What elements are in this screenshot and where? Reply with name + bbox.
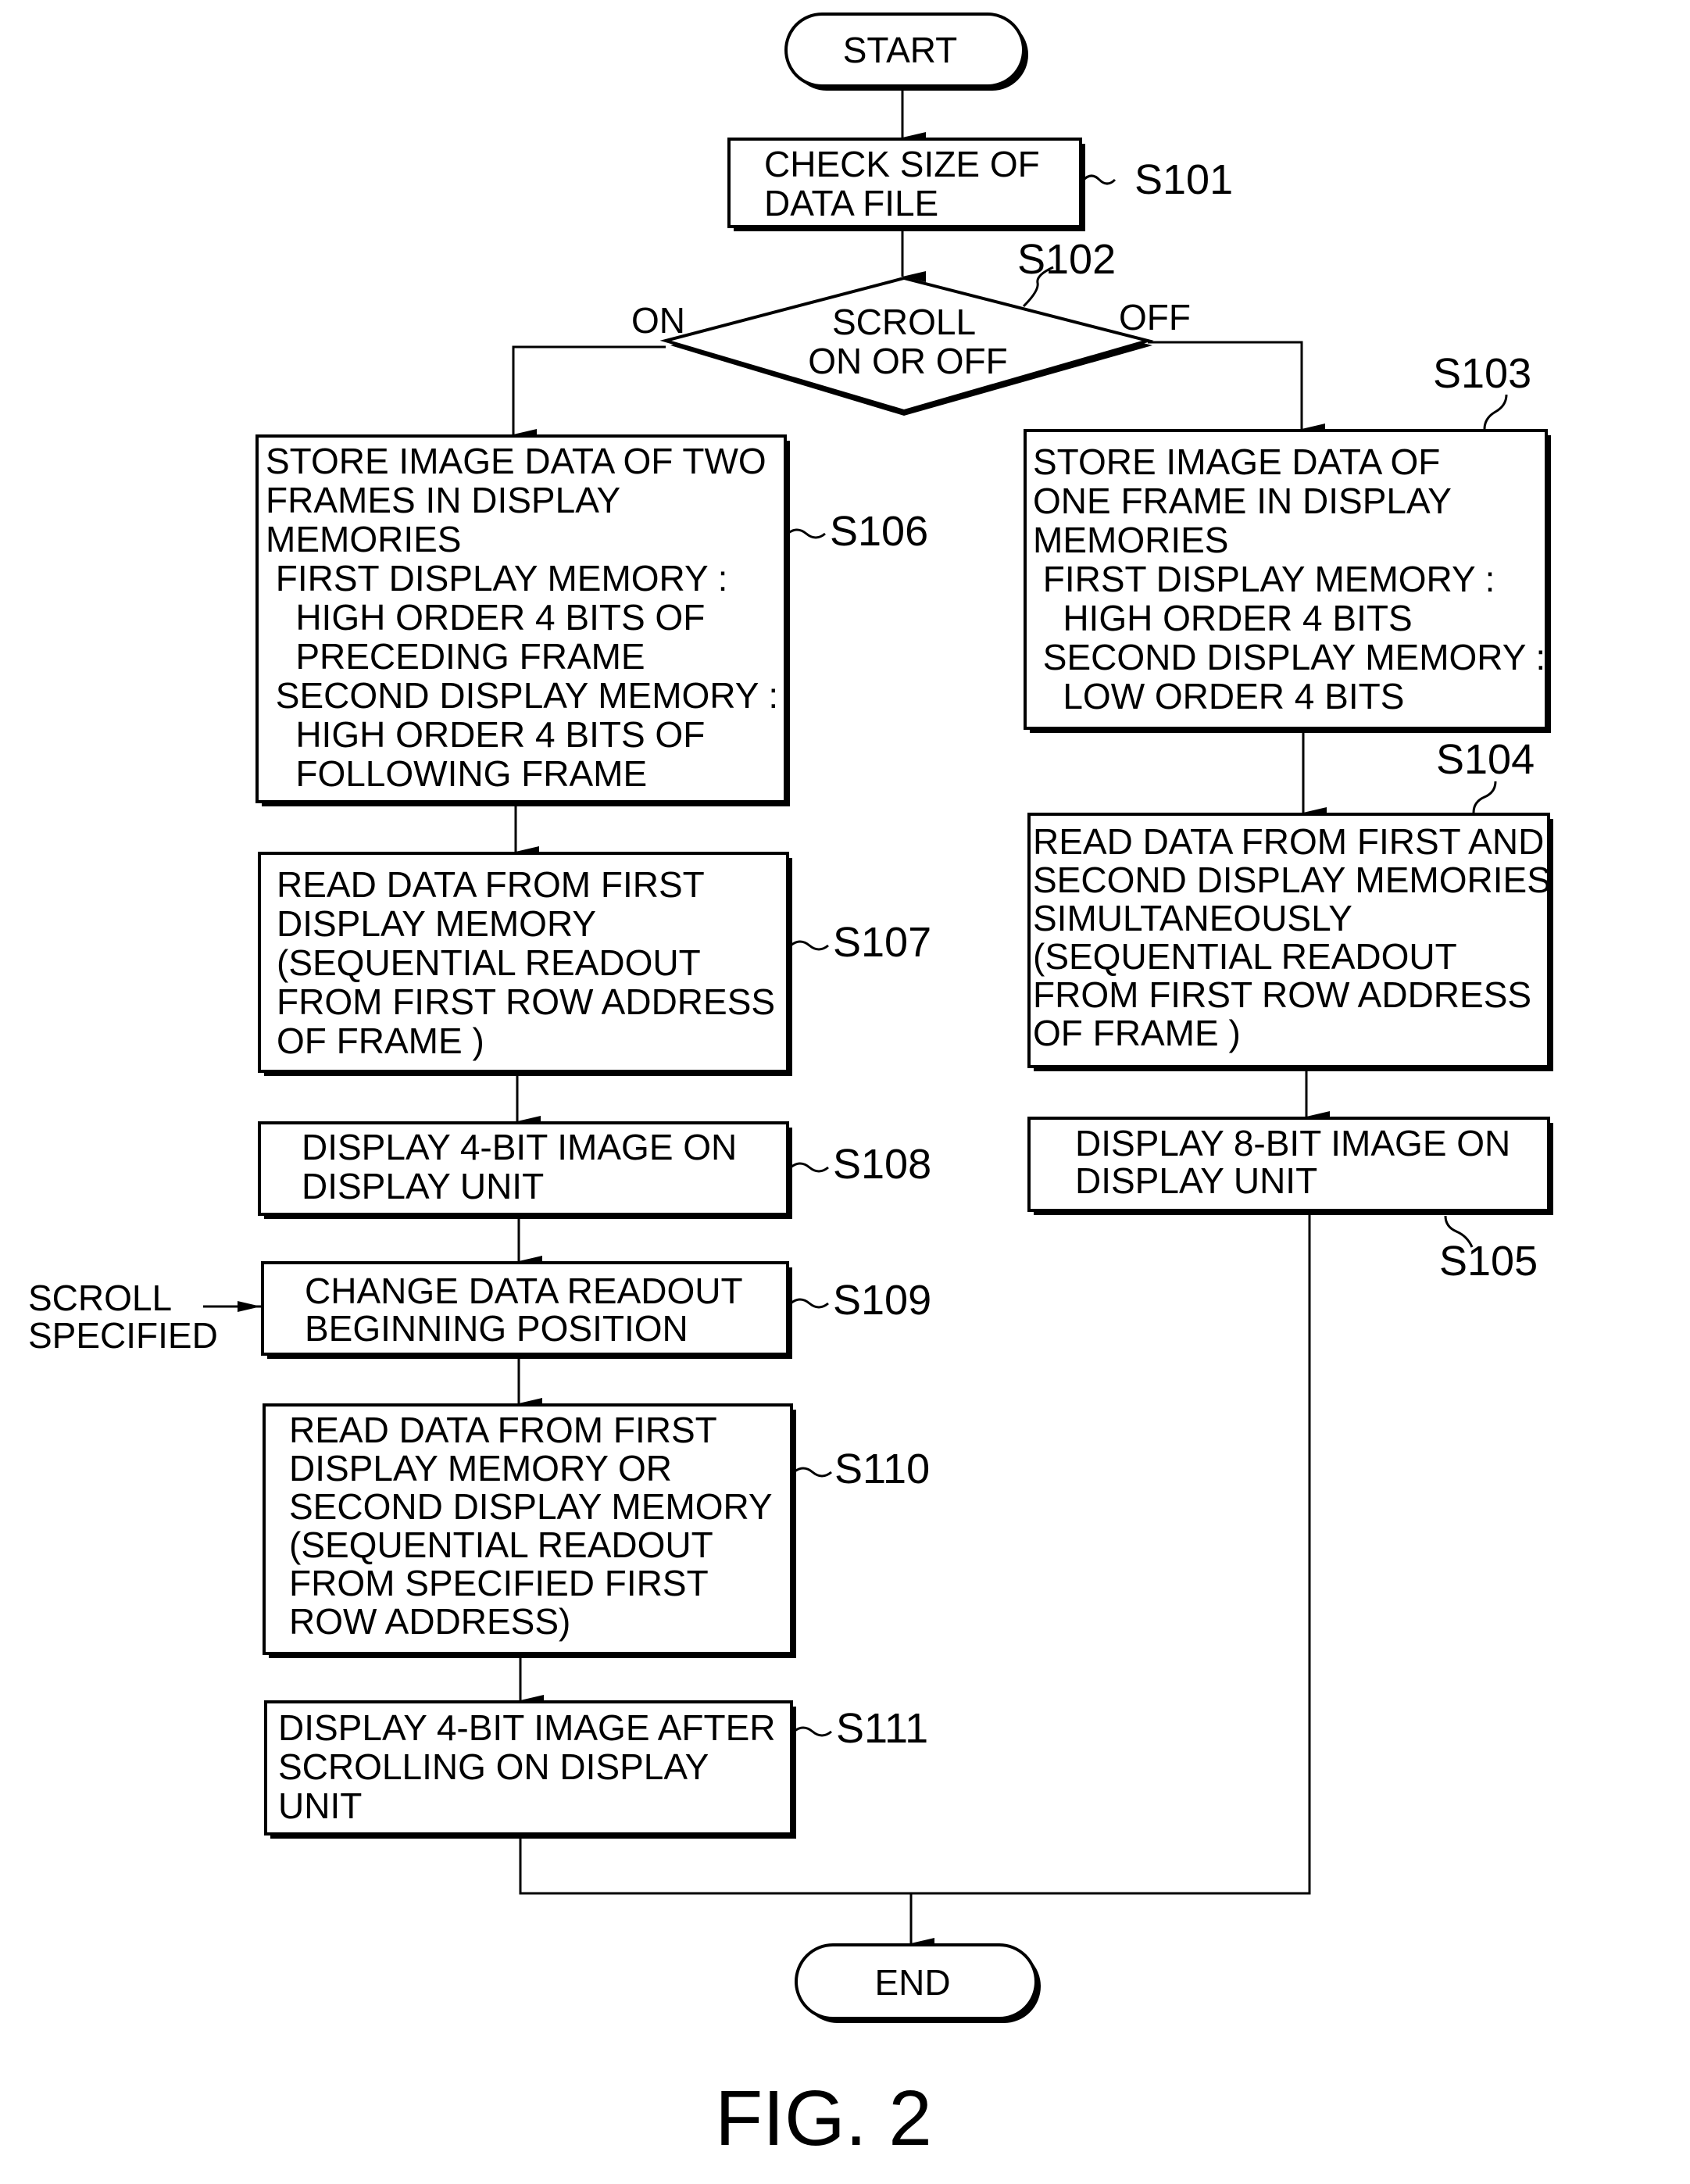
end-label: END	[874, 1962, 950, 2003]
step-s107-text-line-1: READ DATA FROM FIRST	[277, 864, 705, 905]
step-s104-text-line-3: SIMULTANEOUSLY	[1033, 898, 1352, 938]
step-s104: READ DATA FROM FIRST AND SECOND DISPLAY M…	[1027, 736, 1553, 1071]
step-id-s110: S110	[834, 1446, 930, 1492]
scroll-specified-label-line-2: SPECIFIED	[28, 1315, 218, 1356]
off-label: OFF	[1119, 297, 1191, 338]
step-s106-text-line-5: HIGH ORDER 4 BITS OF	[266, 597, 705, 638]
step-s105-text-line-1: DISPLAY 8-BIT IMAGE ON	[1075, 1123, 1510, 1163]
step-s111-text-line-1: DISPLAY 4-BIT IMAGE AFTER	[278, 1707, 776, 1748]
arrow-on-branch	[512, 345, 666, 440]
step-s103-text-line-4: FIRST DISPLAY MEMORY :	[1033, 559, 1495, 599]
step-id-s107: S107	[833, 919, 931, 966]
step-id-s103: S103	[1433, 350, 1531, 397]
step-s104-text-line-1: READ DATA FROM FIRST AND	[1033, 821, 1544, 862]
step-s106-text-line-6: PRECEDING FRAME	[266, 636, 645, 677]
step-s106-text-line-3: MEMORIES	[266, 519, 461, 559]
step-s104-text-line-5: FROM FIRST ROW ADDRESS	[1033, 974, 1531, 1015]
step-s106-text-line-8: HIGH ORDER 4 BITS OF	[266, 714, 705, 755]
decision-s102: SCROLL ON OR OFF S102 ON OFF	[631, 236, 1191, 416]
step-s103-text-line-5: HIGH ORDER 4 BITS	[1033, 598, 1413, 638]
step-s110-text-line-4: (SEQUENTIAL READOUT	[289, 1525, 713, 1565]
scroll-specified-label: SCROLL SPECIFIED	[28, 1278, 218, 1356]
step-s104-text-line-2: SECOND DISPLAY MEMORIES	[1033, 860, 1551, 900]
step-id-s104: S104	[1436, 736, 1535, 783]
step-s109-text: CHANGE DATA READOUT BEGINNING POSITION	[305, 1271, 743, 1349]
leader-s108	[790, 1162, 829, 1173]
leader-s104	[1472, 781, 1497, 813]
step-s110-text-line-2: DISPLAY MEMORY OR	[289, 1448, 672, 1489]
step-s109-text-line-2: BEGINNING POSITION	[305, 1308, 688, 1349]
step-s106-text-line-7: SECOND DISPLAY MEMORY :	[266, 675, 778, 716]
end-terminator: END	[795, 1943, 1041, 2023]
leader-s103	[1483, 394, 1508, 430]
decision-s102-line-2: ON OR OFF	[808, 341, 1008, 381]
step-id-s108: S108	[833, 1141, 931, 1188]
leader-s111	[793, 1726, 832, 1737]
scroll-specified-label-line-1: SCROLL	[28, 1278, 172, 1318]
step-s103-text-line-2: ONE FRAME IN DISPLAY	[1033, 481, 1452, 521]
leader-s106	[787, 528, 826, 539]
step-s105-text-line-2: DISPLAY UNIT	[1075, 1160, 1317, 1201]
leader-s109	[790, 1298, 829, 1309]
step-s111-text-line-2: SCROLLING ON DISPLAY	[278, 1746, 709, 1787]
step-s106: STORE IMAGE DATA OF TWO FRAMES IN DISPLAY…	[255, 434, 928, 806]
on-label: ON	[631, 300, 685, 341]
figure-caption: FIG. 2	[715, 2075, 932, 2162]
step-s110-text-line-3: SECOND DISPLAY MEMORY	[289, 1486, 773, 1527]
step-s103-text-line-6: SECOND DISPLAY MEMORY :	[1033, 637, 1545, 677]
leader-s110	[793, 1467, 832, 1478]
step-id-s111: S111	[836, 1705, 928, 1752]
step-s106-text-line-4: FIRST DISPLAY MEMORY :	[266, 558, 727, 599]
step-s111: DISPLAY 4-BIT IMAGE AFTER SCROLLING ON DI…	[264, 1700, 928, 1839]
step-id-s109: S109	[833, 1277, 931, 1324]
step-s110-text-line-1: READ DATA FROM FIRST	[289, 1410, 717, 1450]
start-terminator: START	[784, 13, 1028, 91]
decision-s102-line-1: SCROLL	[832, 302, 976, 342]
step-s107-text-line-4: FROM FIRST ROW ADDRESS	[277, 981, 775, 1022]
step-s106-text-line-9: FOLLOWING FRAME	[266, 753, 647, 794]
step-s111-text-line-3: UNIT	[278, 1785, 362, 1826]
step-s103-text-line-7: LOW ORDER 4 BITS	[1033, 676, 1404, 717]
step-s108-text-line-2: DISPLAY UNIT	[302, 1166, 544, 1206]
flowchart: START CHECK SIZE OF DATA FILE S101 SCROLL…	[28, 13, 1553, 2162]
step-s107-text-line-2: DISPLAY MEMORY	[277, 903, 596, 944]
step-s103-text-line-3: MEMORIES	[1033, 520, 1228, 560]
start-label: START	[843, 30, 958, 70]
step-s110: READ DATA FROM FIRST DISPLAY MEMORY OR SEC…	[263, 1403, 930, 1658]
step-s109-text-line-1: CHANGE DATA READOUT	[305, 1271, 743, 1311]
step-s101-text-line-1: CHECK SIZE OF	[764, 144, 1040, 184]
step-s104-text-line-6: OF FRAME )	[1033, 1013, 1241, 1053]
step-s107-text-line-3: (SEQUENTIAL READOUT	[277, 942, 701, 983]
step-s101-text-line-2: DATA FILE	[764, 183, 938, 223]
step-s107-text-line-5: OF FRAME )	[277, 1021, 484, 1061]
step-s101: CHECK SIZE OF DATA FILE S101	[727, 138, 1233, 231]
step-id-s102: S102	[1017, 236, 1116, 283]
step-s108-text-line-1: DISPLAY 4-BIT IMAGE ON	[302, 1127, 737, 1167]
step-s108: DISPLAY 4-BIT IMAGE ON DISPLAY UNIT S108	[258, 1121, 931, 1219]
step-id-s101: S101	[1134, 156, 1233, 203]
arrow-off-branch	[1148, 341, 1325, 434]
leader-s107	[790, 940, 829, 951]
step-s109: CHANGE DATA READOUT BEGINNING POSITION S1…	[28, 1261, 931, 1359]
step-id-s106: S106	[830, 508, 928, 555]
step-s110-text-line-5: FROM SPECIFIED FIRST	[289, 1563, 709, 1603]
step-s106-text-line-1: STORE IMAGE DATA OF TWO	[266, 441, 766, 481]
step-s110-text-line-6: ROW ADDRESS)	[289, 1601, 570, 1642]
step-s106-text-line-2: FRAMES IN DISPLAY	[266, 480, 620, 520]
step-s103: STORE IMAGE DATA OF ONE FRAME IN DISPLAY M…	[1024, 350, 1551, 733]
step-id-s105: S105	[1439, 1238, 1538, 1285]
step-s107: READ DATA FROM FIRST DISPLAY MEMORY (SEQUE…	[258, 852, 931, 1076]
step-s103-text-line-1: STORE IMAGE DATA OF	[1033, 441, 1440, 482]
step-s105: DISPLAY 8-BIT IMAGE ON DISPLAY UNIT S105	[1027, 1117, 1553, 1285]
step-s104-text-line-4: (SEQUENTIAL READOUT	[1033, 936, 1457, 977]
leader-s101	[1082, 174, 1117, 185]
